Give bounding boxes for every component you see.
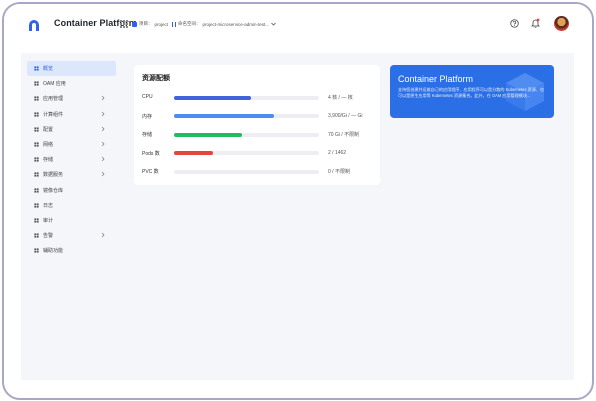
resource-value: 70 Gi / 不限制: [328, 132, 360, 138]
resource-label: Pods 数: [142, 150, 160, 157]
sidebar-item-label: 应用管理: [43, 96, 64, 103]
resource-row: Pods 数 2 / 1462: [142, 150, 374, 158]
sidebar-item-label: 审计: [43, 217, 54, 224]
sidebar-item-label: 存储: [43, 157, 54, 164]
sidebar-item[interactable]: 配置: [21, 122, 116, 137]
sidebar-item[interactable]: 辅助功能: [21, 243, 116, 258]
accessibility-icon: [34, 248, 39, 253]
namespace-value: project-microservice-admin-test...: [202, 21, 270, 27]
sidebar-item[interactable]: 数据服务: [21, 167, 116, 182]
help-icon[interactable]: [510, 19, 519, 28]
namespace-label: 命名空间：: [178, 21, 201, 26]
sidebar-item-label: 数据服务: [43, 172, 64, 179]
sidebar-item-label: 计算组件: [43, 111, 64, 118]
sidebar-item-label: 配置: [43, 126, 54, 133]
sidebar-item-label: 日志: [43, 202, 54, 209]
app-logo-icon[interactable]: [26, 17, 42, 33]
sidebar-item-label: 镜像仓库: [43, 187, 64, 194]
chevron-right-icon[interactable]: [100, 111, 106, 117]
project-icon: [132, 21, 137, 27]
sidebar-item[interactable]: 概览: [27, 61, 116, 77]
sidebar-item-label: 概览: [43, 66, 54, 73]
image-registry-icon: [34, 187, 39, 193]
chevron-right-icon[interactable]: [100, 232, 106, 238]
project-value: project: [154, 21, 169, 27]
resource-label: CPU: [142, 94, 153, 100]
namespace-selector[interactable]: 命名空间： project-microservice-admin-test...: [172, 21, 276, 27]
chevron-right-icon[interactable]: [100, 171, 106, 177]
usage-bar-fill: [174, 114, 275, 118]
usage-bar-fill: [174, 132, 243, 137]
sidebar-item[interactable]: 审计: [21, 213, 116, 228]
usage-bar-track: [174, 151, 319, 155]
sidebar-item[interactable]: OAM 应用: [21, 76, 116, 91]
network-icon: [34, 142, 39, 147]
promo-title: Container Platform: [398, 74, 474, 84]
top-bar: Container Platform 项目： project 命名空间： pro…: [4, 4, 592, 46]
usage-bar-track: [174, 95, 319, 100]
oam-app-icon: [34, 81, 39, 86]
sidebar-item[interactable]: 镜像仓库: [21, 183, 116, 198]
overview-icon: [34, 66, 39, 71]
sidebar-item[interactable]: 告警: [21, 228, 116, 243]
chevron-right-icon[interactable]: [100, 141, 106, 147]
alert-icon: [34, 233, 39, 238]
sidebar-item-label: OAM 应用: [43, 81, 66, 88]
sidebar-item[interactable]: 应用管理: [21, 91, 116, 106]
resource-quota-title: 资源配额: [142, 75, 170, 82]
data-service-icon: [34, 172, 39, 178]
sidebar: 概览 OAM 应用 应用管理计算组件配置网络存储数据服务镜像仓库日志审计告警辅助功能: [21, 61, 116, 258]
resource-value: 3,900/Gi / — Gi: [328, 112, 363, 119]
project-selector[interactable]: 项目： project: [132, 21, 168, 27]
sidebar-item-label: 告警: [43, 233, 54, 240]
sidebar-item[interactable]: 存储: [21, 152, 116, 167]
notification-bell-icon[interactable]: [531, 18, 540, 28]
chevron-right-icon[interactable]: [100, 126, 106, 132]
config-icon: [34, 127, 39, 132]
usage-bar-fill: [174, 95, 251, 100]
resource-label: 存储: [142, 132, 153, 138]
chevron-right-icon[interactable]: [100, 156, 106, 162]
compute-icon: [34, 112, 39, 117]
audit-icon: [34, 218, 39, 223]
sidebar-item[interactable]: 网络: [21, 137, 116, 152]
resource-label: 内存: [142, 113, 153, 120]
chevron-right-icon[interactable]: [100, 95, 106, 101]
log-icon: [34, 203, 39, 208]
sidebar-item[interactable]: 日志: [21, 198, 116, 213]
resource-value: 0 / 不限制: [328, 169, 350, 175]
namespace-icon: [172, 21, 176, 27]
usage-bar-track: [174, 114, 319, 118]
usage-bar-fill: [174, 151, 214, 155]
resource-label: PVC 数: [142, 169, 159, 175]
browser-frame: Container Platform 项目： project 命名空间： pro…: [2, 2, 594, 400]
resource-row: CPU 4 核 / — 核: [142, 94, 374, 102]
resource-row: PVC 数 0 / 不限制: [142, 168, 374, 176]
resource-row: 存储 70 Gi / 不限制: [142, 131, 374, 139]
sidebar-item-label: 网络: [43, 142, 54, 149]
promo-banner: Container Platform 支持您创建并运维自己的应用程序、应用程序可…: [390, 65, 554, 118]
chevron-down-icon[interactable]: [271, 22, 276, 26]
sidebar-item[interactable]: 计算组件: [21, 107, 116, 122]
promo-description: 支持您创建并运维自己的应用程序、应用程序可以是分散的 Kubernetes 资源…: [398, 87, 545, 98]
resource-quota-card: 资源配额 CPU 4 核 / — 核内存 3,900/Gi / — Gi 存储 70 G…: [134, 65, 380, 185]
resource-value: 4 核 / — 核: [328, 95, 353, 101]
main-content: 概览 OAM 应用 应用管理 计算组件 配置 网络 存储 数据服务 镜像仓库 日志 审计 告警 辅助功能…: [21, 53, 574, 380]
usage-bar-track: [174, 132, 319, 137]
sidebar-item-label: 辅助功能: [43, 248, 64, 255]
usage-bar-track: [174, 169, 319, 174]
resource-value: 2 / 1462: [328, 149, 347, 156]
apps-grid-icon[interactable]: [120, 20, 128, 28]
resource-row: 内存 3,900/Gi / — Gi: [142, 113, 374, 121]
user-avatar[interactable]: [554, 16, 569, 31]
storage-icon: [34, 157, 39, 162]
app-management-icon: [34, 96, 39, 102]
project-label: 项目：: [139, 21, 153, 26]
